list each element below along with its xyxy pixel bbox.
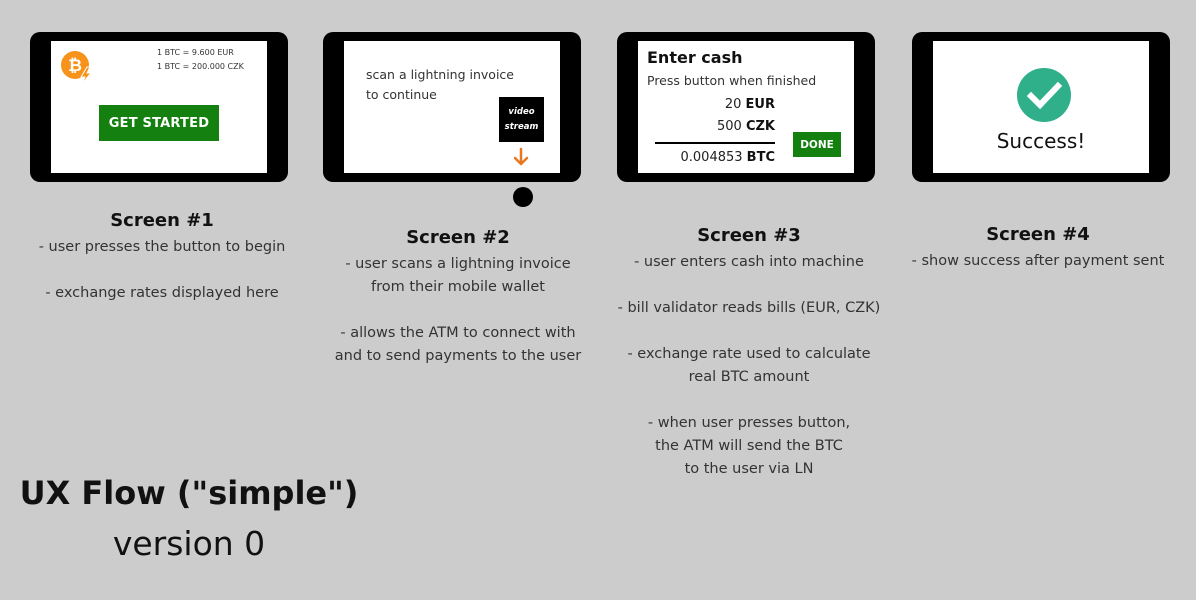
- svg-text:₿: ₿: [68, 56, 82, 76]
- sum-divider: [655, 142, 775, 144]
- amount-czk-value: 500: [716, 119, 742, 134]
- amount-btc-value: 0.004853: [680, 150, 743, 165]
- exchange-rate-czk: 1 BTC = 200.000 CZK: [157, 62, 244, 71]
- caption-screen-2-line: - allows the ATM to connect with: [340, 325, 576, 341]
- amount-czk: 500 CZK: [717, 119, 775, 134]
- caption-screen-3-line: [600, 389, 898, 412]
- caption-screen-1-title: Screen #1: [110, 210, 214, 231]
- video-stream-label-1: video: [508, 106, 535, 117]
- caption-screen-3-line: - bill validator reads bills (EUR, CZK): [617, 300, 881, 316]
- caption-screen-4-title: Screen #4: [986, 224, 1090, 245]
- caption-screen-2-line: - user scans a lightning invoice: [345, 256, 571, 272]
- atm-screen-2-device: scan a lightning invoice to continue vid…: [323, 32, 581, 182]
- scan-instruction: scan a lightning invoice to continue: [366, 65, 514, 105]
- video-stream-box: video stream: [499, 97, 544, 142]
- atm-screen-3-device: Enter cash Press button when finished 20…: [617, 32, 875, 182]
- amount-czk-unit: CZK: [745, 119, 775, 134]
- arrow-down-icon: [513, 147, 529, 166]
- bitcoin-lightning-icon: ₿: [61, 51, 93, 84]
- atm-screen-4-device: Success!: [912, 32, 1170, 182]
- caption-screen-3-line: - user enters cash into machine: [634, 254, 864, 270]
- atm-screen-3-display: Enter cash Press button when finished 20…: [638, 41, 854, 173]
- caption-screen-3-line: - when user presses button,: [647, 415, 851, 431]
- success-check-icon: [1017, 68, 1071, 122]
- caption-screen-3-line: [600, 320, 898, 343]
- amount-btc-unit: BTC: [746, 150, 775, 165]
- done-button[interactable]: DONE: [793, 132, 841, 157]
- caption-screen-4-line: - show success after payment sent: [911, 253, 1165, 269]
- caption-screen-3-line: the ATM will send the BTC: [655, 438, 843, 454]
- success-message: Success!: [996, 129, 1086, 153]
- enter-cash-heading: Enter cash: [647, 48, 743, 67]
- flow-title: UX Flow ("simple"): [19, 474, 359, 512]
- caption-screen-2-line: [310, 299, 606, 322]
- camera-dot-icon: [513, 187, 533, 207]
- caption-screen-3-line: [600, 274, 898, 297]
- amount-btc: 0.004853 BTC: [681, 150, 776, 165]
- amount-eur-value: 20: [724, 97, 742, 112]
- get-started-button[interactable]: GET STARTED: [99, 105, 219, 141]
- scan-instruction-line-1: scan a lightning invoice: [366, 67, 514, 82]
- atm-screen-4-display: Success!: [933, 41, 1149, 173]
- caption-screen-3-line: - exchange rate used to calculate: [627, 346, 871, 362]
- caption-screen-1-line: - exchange rates displayed here: [45, 285, 279, 301]
- atm-screen-1-display: ₿ 1 BTC = 9.600 EUR 1 BTC = 200.000 CZK …: [51, 41, 267, 173]
- caption-screen-3-title: Screen #3: [697, 225, 801, 246]
- caption-screen-1-line: - user presses the button to begin: [38, 239, 286, 255]
- caption-screen-1: Screen #1 - user presses the button to b…: [14, 210, 310, 305]
- atm-screen-1-device: ₿ 1 BTC = 9.600 EUR 1 BTC = 200.000 CZK …: [30, 32, 288, 182]
- caption-screen-2-line: from their mobile wallet: [371, 279, 545, 295]
- caption-screen-4: Screen #4 - show success after payment s…: [888, 224, 1188, 273]
- caption-screen-2: Screen #2 - user scans a lightning invoi…: [310, 227, 606, 368]
- amount-eur-unit: EUR: [745, 97, 775, 112]
- caption-screen-3-line: to the user via LN: [684, 461, 814, 477]
- caption-screen-3: Screen #3 - user enters cash into machin…: [600, 225, 898, 481]
- scan-instruction-line-2: to continue: [366, 87, 437, 102]
- caption-screen-2-title: Screen #2: [406, 227, 510, 248]
- caption-screen-3-line: real BTC amount: [688, 369, 810, 385]
- exchange-rate-eur: 1 BTC = 9.600 EUR: [157, 48, 234, 57]
- caption-screen-1-line: [14, 259, 310, 282]
- video-stream-label-2: stream: [504, 121, 539, 132]
- atm-screen-2-display: scan a lightning invoice to continue vid…: [344, 41, 560, 173]
- amount-eur: 20 EUR: [725, 97, 775, 112]
- press-button-instruction: Press button when finished: [647, 73, 817, 88]
- caption-screen-2-line: and to send payments to the user: [334, 348, 582, 364]
- flow-version: version 0: [112, 524, 266, 563]
